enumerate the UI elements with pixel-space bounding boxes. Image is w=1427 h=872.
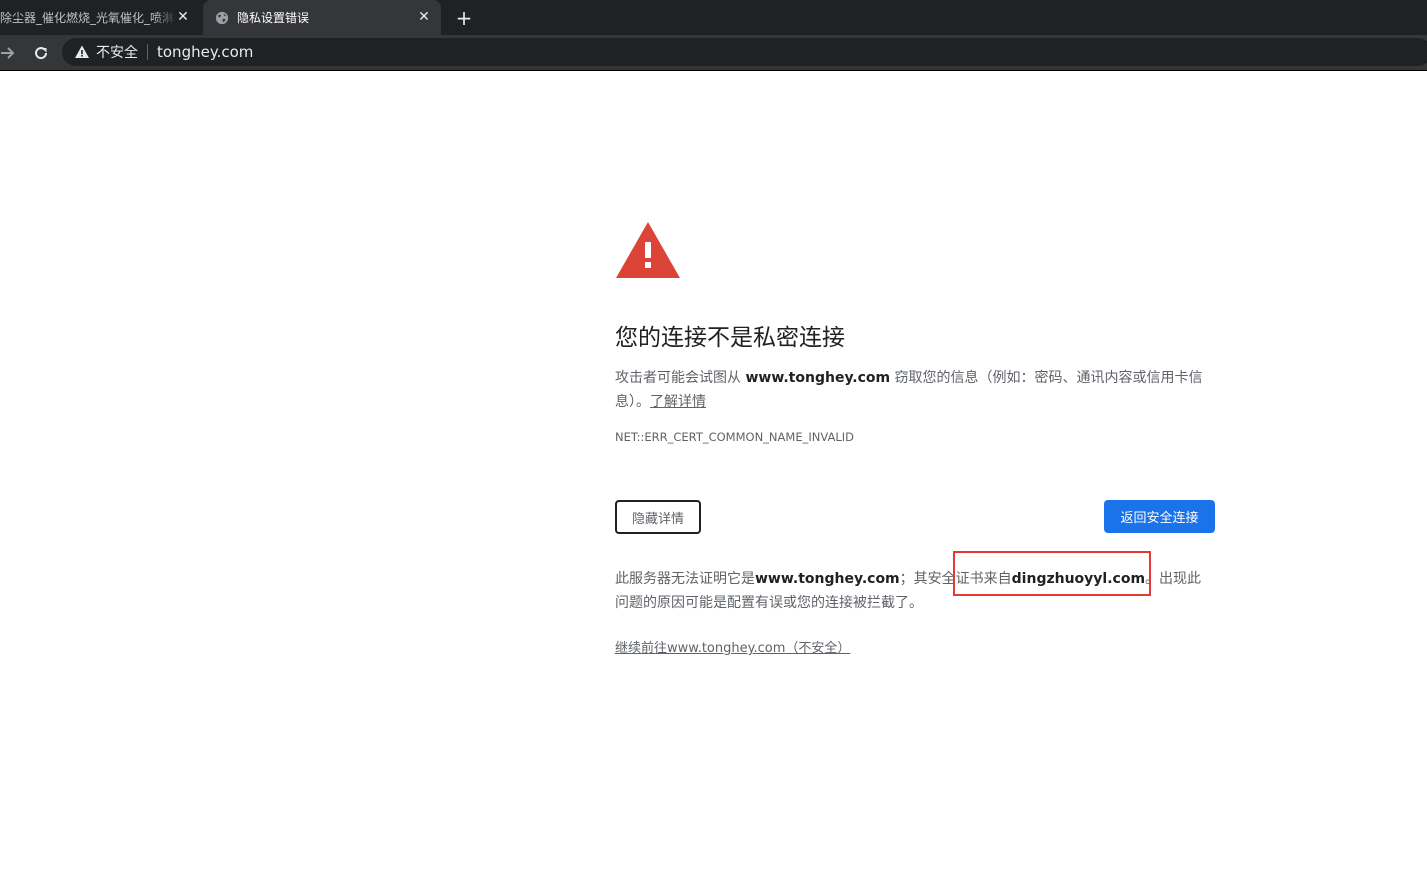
warning-triangle-icon bbox=[75, 45, 89, 58]
tab-strip: 除尘器_催化燃烧_光氧催化_喷淋塔 ✕ 隐私设置错误 ✕ + bbox=[0, 0, 1427, 35]
reload-icon[interactable] bbox=[29, 41, 53, 65]
proceed-unsafe-link[interactable]: 继续前往www.tonghey.com（不安全） bbox=[615, 637, 850, 656]
explanation-paragraph: 攻击者可能会试图从 www.tonghey.com 窃取您的信息（例如：密码、通… bbox=[615, 366, 1215, 414]
details-prefix: 此服务器无法证明它是 bbox=[615, 571, 755, 587]
plus-icon[interactable]: + bbox=[452, 6, 476, 30]
security-label: 不安全 bbox=[96, 45, 138, 61]
explanation-prefix: 攻击者可能会试图从 bbox=[615, 370, 746, 386]
globe-icon bbox=[215, 11, 229, 24]
back-to-safety-button[interactable]: 返回安全连接 bbox=[1104, 500, 1215, 533]
target-host: www.tonghey.com bbox=[745, 370, 891, 386]
url-text[interactable]: tonghey.com bbox=[157, 43, 253, 61]
details-host: www.tonghey.com bbox=[755, 571, 900, 587]
separator bbox=[147, 44, 148, 60]
hide-details-button[interactable]: 隐藏详情 bbox=[615, 500, 701, 534]
tab-title: 隐私设置错误 bbox=[237, 11, 310, 25]
page-title: 您的连接不是私密连接 bbox=[615, 325, 845, 351]
address-bar[interactable]: 不安全 tonghey.com bbox=[62, 38, 1427, 66]
annotation-highlight-box bbox=[953, 551, 1151, 596]
tab-inactive[interactable]: 除尘器_催化燃烧_光氧催化_喷淋塔 ✕ bbox=[0, 0, 200, 35]
error-code: NET::ERR_CERT_COMMON_NAME_INVALID bbox=[615, 430, 854, 444]
forward-arrow-icon[interactable] bbox=[0, 41, 20, 65]
close-icon[interactable]: ✕ bbox=[174, 8, 192, 26]
toolbar: 不安全 tonghey.com bbox=[0, 35, 1427, 71]
close-icon[interactable]: ✕ bbox=[415, 8, 433, 26]
tab-active[interactable]: 隐私设置错误 ✕ bbox=[203, 0, 441, 35]
security-chip[interactable]: 不安全 bbox=[74, 42, 157, 62]
warning-triangle-icon bbox=[616, 222, 680, 278]
tab-title: 除尘器_催化燃烧_光氧催化_喷淋塔 bbox=[0, 11, 176, 25]
learn-more-link[interactable]: 了解详情 bbox=[650, 394, 706, 410]
